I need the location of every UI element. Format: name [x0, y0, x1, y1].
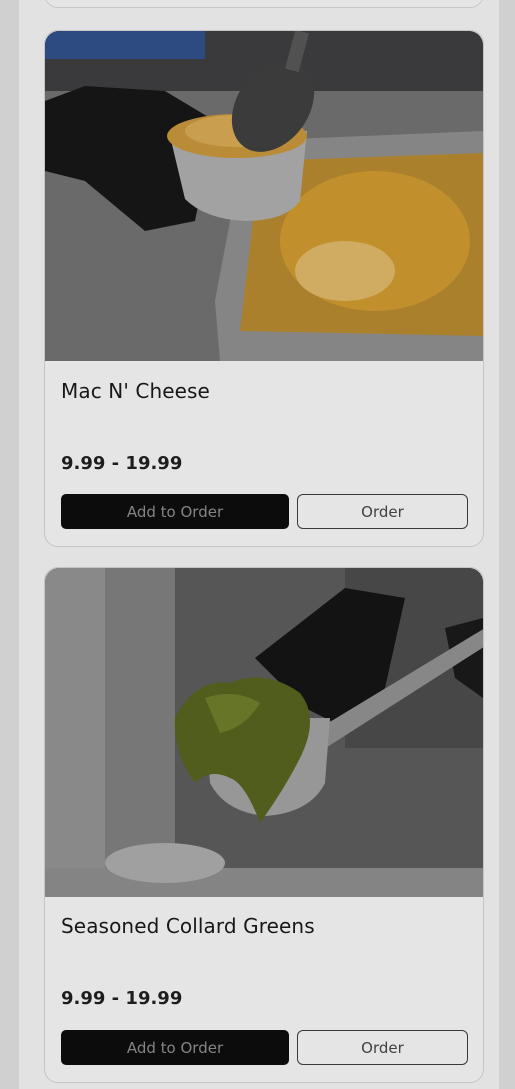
product-card-collard-greens: Seasoned Collard Greens 9.99 - 19.99 Add… — [44, 567, 484, 1083]
add-to-order-button[interactable]: Add to Order — [61, 1030, 289, 1065]
add-to-order-button[interactable]: Add to Order — [61, 494, 289, 529]
product-title: Mac N' Cheese — [61, 379, 210, 403]
previous-product-card — [44, 0, 484, 8]
product-price: 9.99 - 19.99 — [61, 988, 183, 1009]
order-button[interactable]: Order — [297, 1030, 468, 1065]
order-button[interactable]: Order — [297, 494, 468, 529]
product-price: 9.99 - 19.99 — [61, 453, 183, 474]
product-title: Seasoned Collard Greens — [61, 914, 315, 938]
collard-greens-image — [45, 568, 483, 897]
product-card-mac-n-cheese: Mac N' Cheese 9.99 - 19.99 Add to Order … — [44, 30, 484, 547]
mac-n-cheese-image — [45, 31, 483, 361]
